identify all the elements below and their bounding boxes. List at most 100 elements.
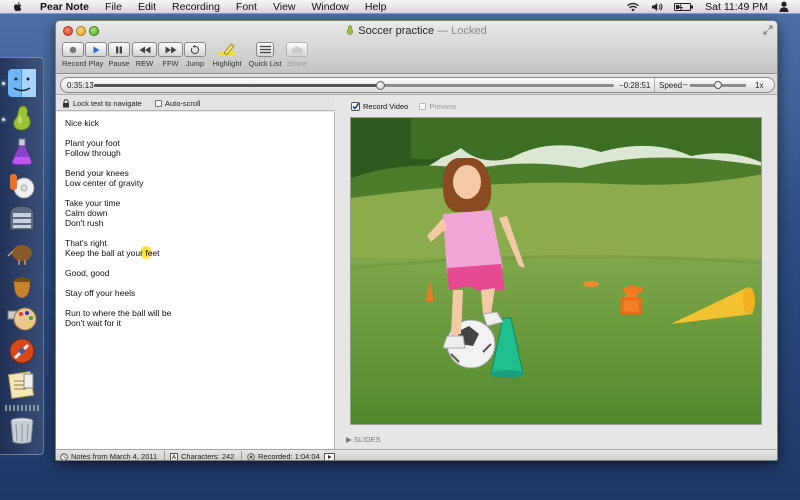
- notes-date-status: Notes from March 4, 2011: [60, 452, 158, 461]
- video-icon[interactable]: [323, 452, 335, 461]
- play-button[interactable]: Play: [85, 42, 107, 68]
- auto-scroll-checkbox[interactable]: Auto-scroll: [155, 99, 200, 108]
- note-stanza: Good, good: [65, 268, 334, 278]
- menu-help[interactable]: Help: [357, 0, 395, 14]
- menu-clock[interactable]: Sat 11:49 PM: [705, 1, 768, 13]
- note-stanza: Run to where the ball will be Don't wait…: [65, 308, 334, 328]
- disclosure-triangle-icon: ▶: [346, 435, 352, 444]
- lock-icon: [63, 99, 69, 108]
- kiwi-icon[interactable]: [6, 236, 38, 268]
- time-elapsed: 0:35:13: [67, 81, 94, 90]
- video-player[interactable]: [350, 117, 762, 425]
- jump-icon: [190, 44, 200, 54]
- note-line: Don't rush: [65, 218, 104, 228]
- fullscreen-icon[interactable]: [763, 25, 773, 35]
- dock-running-indicator: [2, 82, 5, 85]
- quick-list-button[interactable]: Quick List: [248, 42, 282, 68]
- speed-minus-icon: –: [683, 80, 688, 89]
- checkbox-checked-icon[interactable]: [351, 102, 360, 111]
- note-line: Plant your foot: [65, 138, 120, 148]
- video-frame-image: [351, 118, 761, 424]
- notes-editor[interactable]: Nice kick Plant your foot Follow through…: [56, 112, 335, 449]
- share-button[interactable]: Share: [286, 42, 308, 68]
- text-count-icon: [170, 452, 178, 460]
- fast-forward-button[interactable]: FFW: [158, 42, 183, 68]
- menu-view[interactable]: View: [265, 0, 304, 14]
- menu-app-name[interactable]: Pear Note: [38, 0, 97, 14]
- progress-track[interactable]: [94, 81, 614, 90]
- highlight-button[interactable]: Highlight: [212, 42, 242, 68]
- clock-icon: [60, 452, 68, 460]
- potion-icon[interactable]: [6, 136, 38, 168]
- lock-text-label: Lock text to navigate: [73, 99, 142, 108]
- volume-icon[interactable]: [651, 2, 663, 12]
- note-stanza: Take your time Calm down Don't rush: [65, 198, 334, 228]
- window-title-text: Soccer practice: [358, 25, 435, 37]
- play-icon: [93, 46, 100, 53]
- pear-note-icon[interactable]: [6, 102, 38, 134]
- menu-recording[interactable]: Recording: [164, 0, 228, 14]
- note-line-highlighted: Keep the ball at your feet: [65, 246, 334, 259]
- notes-icon[interactable]: [6, 368, 38, 400]
- rocket-icon[interactable]: [6, 335, 38, 367]
- music-icon[interactable]: [6, 169, 38, 201]
- pause-icon: [116, 46, 122, 53]
- photos-icon[interactable]: [6, 302, 38, 334]
- fast-forward-icon: [165, 46, 176, 53]
- lock-text-toggle[interactable]: Lock text to navigate: [62, 99, 142, 108]
- share-label: Share: [286, 59, 307, 68]
- speed-slider-thumb[interactable]: [714, 81, 722, 89]
- characters-text: Characters: 242: [181, 452, 235, 461]
- trash-icon[interactable]: [6, 414, 38, 446]
- dock-running-indicator: [2, 118, 5, 121]
- record-label: Record: [62, 59, 87, 68]
- record-video-checkbox[interactable]: Record Video: [351, 102, 408, 111]
- note-line: Low center of gravity: [65, 178, 144, 188]
- fast-forward-label: FFW: [162, 59, 179, 68]
- record-status-icon: [247, 452, 255, 460]
- note-stanza: That's right Keep the ball at your feet: [65, 238, 334, 259]
- speed-label: Speed: [659, 81, 683, 90]
- note-line: Take your time: [65, 198, 121, 208]
- apple-icon[interactable]: [12, 1, 24, 13]
- menu-window[interactable]: Window: [304, 0, 357, 14]
- pause-button[interactable]: Pause: [108, 42, 130, 68]
- finder-icon[interactable]: [6, 67, 38, 99]
- progress-thumb[interactable]: [376, 81, 385, 90]
- menu-file[interactable]: File: [97, 0, 130, 14]
- highlighter-icon: [219, 43, 235, 56]
- preview-checkbox-box[interactable]: [419, 103, 427, 110]
- cloud-icon: [291, 45, 303, 53]
- user-icon[interactable]: [779, 1, 789, 12]
- highlight-label: Highlight: [212, 59, 242, 68]
- time-remaining: −0:28:51: [619, 81, 651, 90]
- video-header: Record Video Preview: [351, 102, 456, 111]
- record-icon: [69, 46, 77, 53]
- jump-button[interactable]: Jump: [184, 42, 206, 68]
- preview-label: Preview: [429, 102, 456, 111]
- preview-checkbox[interactable]: Preview: [419, 102, 456, 111]
- record-button[interactable]: Record: [62, 42, 87, 68]
- slides-disclosure[interactable]: ▶ SLIDES: [346, 435, 381, 444]
- acorn-icon[interactable]: [6, 269, 38, 301]
- title-bar: Soccer practice — Locked Record Play Pau…: [56, 21, 777, 74]
- auto-scroll-checkbox-box[interactable]: [155, 100, 162, 107]
- window-title: Soccer practice — Locked: [56, 25, 777, 37]
- menu-font[interactable]: Font: [228, 0, 265, 14]
- scrubber: 0:35:13 −0:28:51 Speed – 1x: [60, 77, 775, 93]
- notes-date-text: Notes from March 4, 2011: [71, 452, 158, 461]
- menu-edit[interactable]: Edit: [130, 0, 164, 14]
- battery-icon[interactable]: [674, 2, 694, 12]
- rewind-button[interactable]: REW: [132, 42, 157, 68]
- recorded-status: Recorded: 1:04:04: [247, 452, 335, 461]
- menu-bar: Pear Note File Edit Recording Font View …: [0, 0, 800, 14]
- speed-divider: [654, 78, 655, 92]
- auto-scroll-label: Auto-scroll: [165, 99, 201, 108]
- wifi-icon[interactable]: [626, 2, 640, 12]
- pause-label: Pause: [108, 59, 130, 68]
- speed-slider[interactable]: [690, 81, 746, 89]
- note-line: Nice kick: [65, 118, 100, 128]
- speed-value: 1x: [755, 81, 764, 90]
- mail-icon[interactable]: [6, 202, 38, 234]
- note-line: Follow through: [65, 148, 121, 158]
